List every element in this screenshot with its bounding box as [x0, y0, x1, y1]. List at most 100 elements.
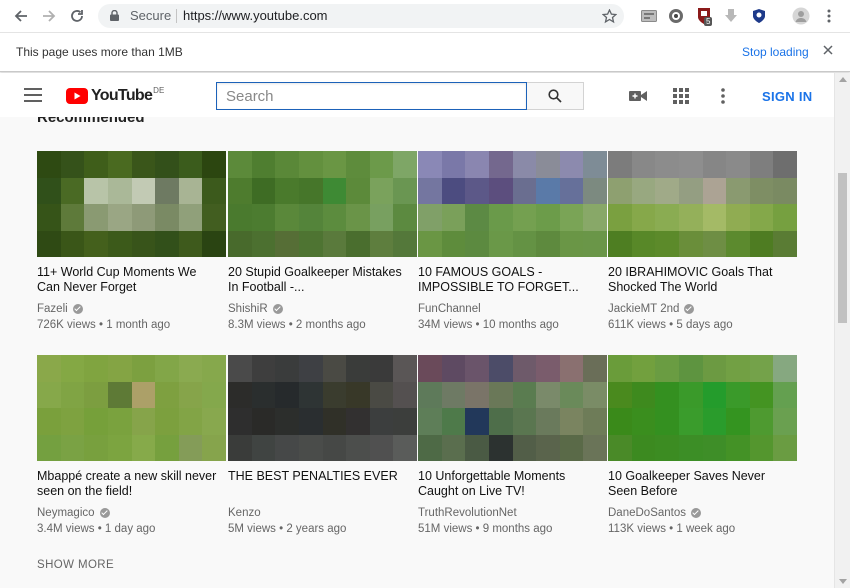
thumbnail-pixel	[202, 230, 226, 257]
channel-name[interactable]: ShishiR	[228, 303, 283, 315]
extension-1[interactable]	[640, 7, 658, 25]
video-thumbnail[interactable]	[228, 151, 417, 257]
extension-3[interactable]: 5	[695, 7, 713, 26]
thumbnail-pixel	[608, 230, 632, 257]
thumbnail-pixel	[631, 204, 656, 231]
page-scrollbar[interactable]	[834, 73, 850, 588]
infobar-close-button[interactable]	[820, 42, 836, 58]
thumbnail-pixel	[655, 355, 679, 382]
thumbnail-pixel	[369, 204, 394, 231]
thumbnail-pixel	[251, 434, 276, 461]
video-thumbnail[interactable]	[418, 151, 607, 257]
settings-menu-button[interactable]	[713, 87, 733, 105]
channel-name[interactable]: TruthRevolutionNet	[418, 507, 517, 519]
upload-video-button[interactable]	[628, 87, 648, 105]
video-title[interactable]: 10 Unforgettable Moments Caught on Live …	[418, 469, 598, 499]
thumbnail-pixel	[678, 230, 703, 257]
address-bar[interactable]: Secure https://www.youtube.com	[98, 4, 624, 28]
channel-name[interactable]: FunChannel	[418, 303, 481, 315]
guide-menu-button[interactable]	[24, 88, 42, 102]
video-title[interactable]: 11+ World Cup Moments We Can Never Forge…	[37, 265, 217, 295]
thumbnail-pixel	[608, 408, 632, 435]
thumbnail-pixel	[322, 177, 347, 204]
thumbnail-pixel	[37, 434, 61, 461]
browser-menu-button[interactable]	[820, 7, 838, 25]
channel-label: ShishiR	[228, 303, 268, 315]
thumbnail-pixel	[346, 151, 370, 178]
youtube-logo[interactable]: YouTube DE	[66, 86, 164, 105]
stop-loading-link[interactable]: Stop loading	[742, 45, 809, 59]
thumbnail-pixel	[512, 204, 537, 231]
thumbnail-pixel	[773, 355, 797, 382]
thumbnail-pixel	[678, 151, 703, 178]
extension-2[interactable]	[667, 7, 685, 25]
video-title[interactable]: 20 Stupid Goalkeeper Mistakes In Footbal…	[228, 265, 408, 295]
reload-button[interactable]	[64, 4, 90, 28]
thumbnail-pixel	[702, 434, 727, 461]
thumbnail-pixel	[559, 177, 584, 204]
channel-name[interactable]: DaneDoSantos	[608, 507, 701, 519]
thumbnail-pixel	[37, 408, 61, 435]
thumbnail-pixel	[228, 381, 252, 408]
thumbnail-pixel	[322, 230, 347, 257]
video-thumbnail[interactable]	[228, 355, 417, 461]
thumbnail-pixel	[631, 177, 656, 204]
thumbnail-pixel	[275, 408, 299, 435]
thumbnail-pixel	[583, 434, 607, 461]
video-thumbnail[interactable]	[608, 151, 797, 257]
thumbnail-pixel	[726, 151, 750, 178]
thumbnail-pixel	[346, 355, 370, 382]
show-more-button[interactable]: SHOW MORE	[37, 559, 114, 571]
channel-name[interactable]: Neymagico	[37, 507, 110, 519]
thumbnail-pixel	[37, 151, 61, 178]
browser-toolbar: Secure https://www.youtube.com 5	[0, 0, 850, 33]
scroll-down-arrow-icon[interactable]	[839, 579, 847, 584]
video-title[interactable]: 20 IBRAHIMOVIC Goals That Shocked The Wo…	[608, 265, 788, 295]
search-button[interactable]	[527, 82, 584, 110]
video-title[interactable]: 10 Goalkeeper Saves Never Seen Before	[608, 469, 788, 499]
url-text[interactable]: https://www.youtube.com	[183, 8, 328, 23]
channel-name[interactable]: JackieMT 2nd	[608, 303, 695, 315]
thumbnail-pixel	[488, 151, 513, 178]
extension-4[interactable]	[722, 7, 740, 25]
thumbnail-pixel	[488, 230, 513, 257]
apps-button[interactable]	[671, 87, 691, 105]
bookmark-star-button[interactable]	[596, 4, 622, 28]
thumbnail-pixel	[37, 355, 61, 382]
video-title[interactable]: 10 FAMOUS GOALS - IMPOSSIBLE TO FORGET..…	[418, 265, 598, 295]
channel-name[interactable]: Kenzo	[228, 507, 261, 519]
search-input[interactable]	[217, 83, 526, 109]
thumbnail-pixel	[773, 408, 797, 435]
sign-in-button[interactable]: SIGN IN	[762, 89, 813, 104]
thumbnail-pixel	[37, 204, 61, 231]
profile-button[interactable]	[792, 7, 810, 25]
video-title[interactable]: Mbappé create a new skill never seen on …	[37, 469, 217, 499]
thumbnail-pixel	[369, 434, 394, 461]
thumbnail-pixel	[559, 381, 584, 408]
thumbnail-pixel	[418, 230, 442, 257]
thumbnail-pixel	[84, 177, 108, 204]
thumbnail-pixel	[441, 381, 466, 408]
scroll-up-arrow-icon[interactable]	[839, 77, 847, 82]
thumbnail-pixel	[441, 151, 466, 178]
video-thumbnail[interactable]	[608, 355, 797, 461]
thumbnail-pixel	[369, 177, 394, 204]
thumbnail-pixel	[178, 177, 203, 204]
thumbnail-pixel	[155, 151, 179, 178]
video-thumbnail[interactable]	[37, 355, 226, 461]
thumbnail-pixel	[655, 381, 679, 408]
video-thumbnail[interactable]	[37, 151, 226, 257]
thumbnail-pixel	[155, 204, 179, 231]
thumbnail-pixel	[608, 434, 632, 461]
scrollbar-thumb[interactable]	[838, 173, 847, 323]
forward-button[interactable]	[36, 4, 62, 28]
video-title[interactable]: THE BEST PENALTIES EVER	[228, 469, 408, 484]
thumbnail-pixel	[418, 434, 442, 461]
extension-5[interactable]	[750, 7, 768, 25]
channel-name[interactable]: Fazeli	[37, 303, 83, 315]
thumbnail-pixel	[441, 177, 466, 204]
video-thumbnail[interactable]	[418, 355, 607, 461]
back-button[interactable]	[8, 4, 34, 28]
thumbnail-pixel	[702, 408, 727, 435]
verified-check-icon	[272, 304, 283, 314]
